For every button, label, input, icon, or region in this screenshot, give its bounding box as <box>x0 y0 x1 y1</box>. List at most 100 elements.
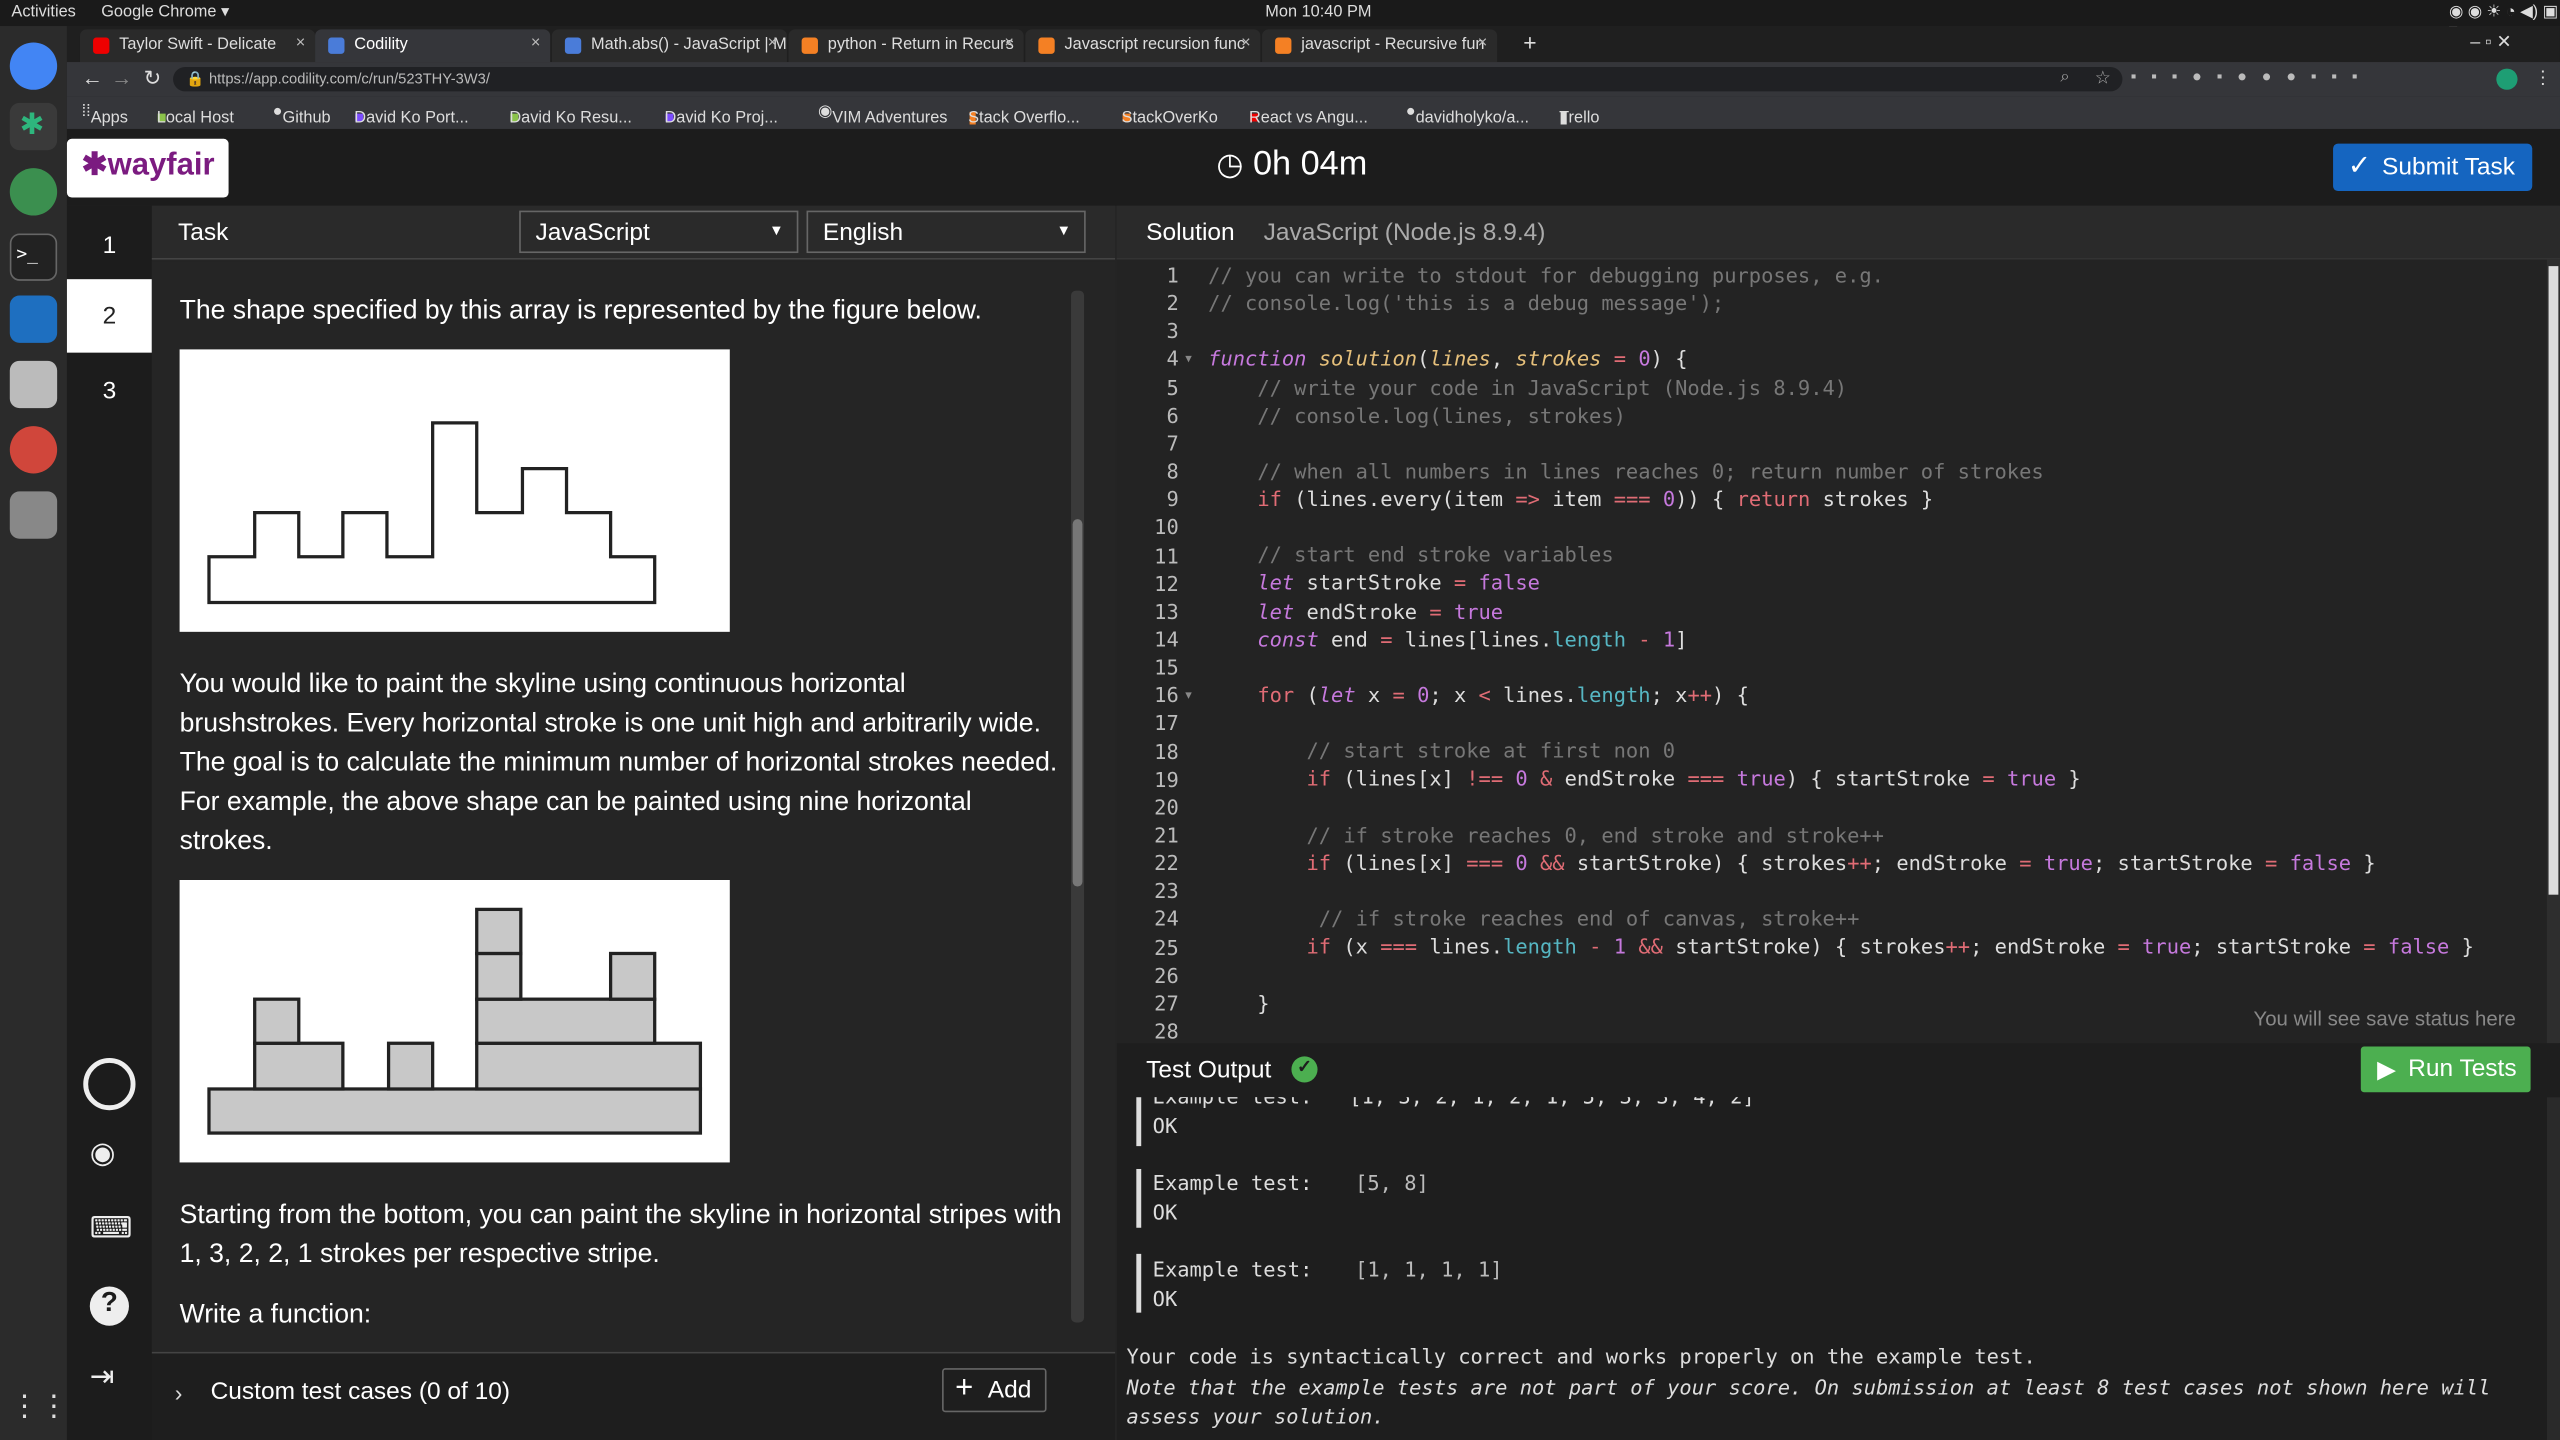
reload-icon[interactable]: ↻ <box>144 65 162 91</box>
tab-stackoverflow-1[interactable]: python - Return in Recurs × <box>788 29 1024 63</box>
editor-scrollbar[interactable] <box>2546 259 2560 1044</box>
tab-codility[interactable]: Codility × <box>315 29 551 63</box>
output-scrollbar[interactable] <box>2546 1097 2560 1440</box>
back-icon[interactable]: ← <box>82 65 103 89</box>
slack-icon[interactable]: ✱ <box>9 102 58 151</box>
extension-icons[interactable]: ▪▪▪●▪●●●▪▪▪ <box>2131 69 2373 87</box>
exit-icon[interactable]: ⇥ <box>90 1360 115 1394</box>
close-icon[interactable]: × <box>531 34 541 52</box>
line-number: 15 <box>1154 654 1179 680</box>
camera-icon[interactable] <box>9 491 58 539</box>
line-number: 28 <box>1154 1018 1179 1044</box>
submit-task-button[interactable]: ✓ Submit Task <box>2333 143 2533 192</box>
test-output-body: Example test: [1, 3, 2, 1, 2, 1, 5, 3, 3… <box>1116 1097 2560 1440</box>
fold-arrow-icon[interactable]: ▾ <box>1185 351 1192 366</box>
runtime-label: JavaScript (Node.js 8.9.4) <box>1263 218 1546 247</box>
result-bar <box>1136 1097 1142 1147</box>
eye-icon[interactable]: ◉ <box>90 1136 116 1170</box>
help-center-icon[interactable] <box>83 1057 136 1111</box>
scroll-thumb[interactable] <box>1072 519 1083 887</box>
chevron-right-icon[interactable]: › <box>175 1380 183 1406</box>
bookmark-vim[interactable]: ◉ VIM Adventures <box>818 103 948 127</box>
code-line: // write your code in JavaScript (Node.j… <box>1257 375 1848 400</box>
line-number: 8 <box>1166 458 1179 484</box>
save-status: You will see save status here <box>2253 1007 2516 1031</box>
bookmark-davidholyko[interactable]: ● davidholyko/a... <box>1406 103 1529 127</box>
code-line: function solution(lines, strokes = 0) { <box>1208 346 1688 371</box>
language-select[interactable]: JavaScript ▼ <box>519 210 799 254</box>
task-3-tab[interactable]: 3 <box>67 354 152 427</box>
vscode-icon[interactable] <box>9 295 58 343</box>
bookmark-label: React vs Angu... <box>1248 109 1368 128</box>
task-nav: 1 2 3 ◉ ⌨ ? ⇥ <box>66 205 152 1440</box>
scroll-thumb[interactable] <box>2548 266 2559 895</box>
files-icon[interactable] <box>9 360 58 409</box>
profile-avatar[interactable] <box>2496 68 2518 90</box>
result-bar <box>1136 1168 1142 1228</box>
forward-icon[interactable]: → <box>111 65 132 89</box>
test-output-header: Test Output ✓ ▶ Run Tests <box>1116 1043 2560 1098</box>
custom-test-cases-toggle[interactable]: Custom test cases (0 of 10) <box>211 1378 510 1406</box>
line-number: 21 <box>1154 822 1179 848</box>
test-result: OK <box>1152 1113 1178 1138</box>
openai-icon[interactable] <box>9 168 58 216</box>
line-number: 26 <box>1154 962 1179 988</box>
new-tab-button[interactable]: + <box>1523 29 1536 55</box>
bookmark-star-icon[interactable]: ☆ <box>2095 67 2111 89</box>
close-icon[interactable]: × <box>768 34 778 52</box>
question-icon[interactable]: ? <box>89 1286 129 1326</box>
code-line: // start stroke at first non 0 <box>1306 737 1676 763</box>
settings-icon[interactable] <box>9 426 58 474</box>
company-logo: ✱wayfair <box>66 138 229 198</box>
run-tests-button[interactable]: ▶ Run Tests <box>2360 1046 2531 1093</box>
close-icon[interactable]: × <box>1478 34 1488 52</box>
line-number: 14 <box>1154 626 1179 652</box>
code-line: for (let x = 0; x < lines.length; x++) { <box>1257 682 1749 707</box>
code-line: // start end stroke variables <box>1257 542 1614 567</box>
chrome-icon[interactable] <box>9 42 58 90</box>
bookmark-github[interactable]: ● Github <box>273 103 331 127</box>
logo-mark-icon: ✱ <box>81 148 108 183</box>
task-scrollbar[interactable] <box>1071 290 1085 1323</box>
test-input: [5, 8] <box>1355 1170 1429 1196</box>
code-line: if (x === lines.length - 1 && startStrok… <box>1306 933 2474 959</box>
task-1-tab[interactable]: 1 <box>67 209 152 282</box>
tab-stackoverflow-2[interactable]: Javascript recursion func × <box>1025 29 1261 63</box>
line-number: 12 <box>1154 570 1179 596</box>
plus-icon: + <box>955 1371 974 1406</box>
code-editor[interactable]: 1 2 3 4 5 6 7 8 9 10 11 12 13 14 15 16 17 18 19 20 21 22 23 24 2… <box>1116 259 2560 1044</box>
solution-header: Solution JavaScript (Node.js 8.9.4) <box>1116 205 2560 260</box>
fold-arrow-icon[interactable]: ▾ <box>1185 687 1192 702</box>
close-icon[interactable]: × <box>1241 34 1251 52</box>
skyline-figure <box>179 349 730 632</box>
chevron-down-icon: ▼ <box>1056 222 1072 239</box>
add-test-button[interactable]: + Add <box>942 1368 1047 1413</box>
app-menu[interactable]: Google Chrome ▾ <box>101 3 229 21</box>
solution-title: Solution <box>1146 218 1235 247</box>
tab-label: Taylor Swift - Delicate <box>119 35 277 54</box>
test-result: OK <box>1152 1199 1178 1225</box>
window-controls[interactable]: – ▫ ✕ <box>2470 31 2511 53</box>
logo-text: wayfair <box>107 148 215 183</box>
bookmark-apps[interactable]: ⁞⁞ Apps <box>82 103 128 127</box>
activities-button[interactable]: Activities <box>11 3 75 21</box>
tab-mdn[interactable]: Math.abs() - JavaScript | M × <box>551 29 787 63</box>
locale-select[interactable]: English ▼ <box>806 210 1086 254</box>
terminal-icon[interactable]: >_ <box>9 233 58 281</box>
line-number: 2 <box>1166 290 1179 316</box>
menu-icon[interactable]: ⋮ <box>2534 67 2552 89</box>
note-text: Note that the example tests are not part… <box>1126 1374 2491 1429</box>
zoom-icon[interactable]: ⌕ <box>2060 69 2069 87</box>
close-icon[interactable]: × <box>296 34 306 52</box>
code-line: // you can write to stdout for debugging… <box>1208 262 1884 288</box>
code-line: } <box>1208 991 1270 1016</box>
close-icon[interactable]: × <box>1004 34 1014 52</box>
tab-youtube[interactable]: Taylor Swift - Delicate × <box>79 29 316 63</box>
task-2-tab[interactable]: 2 <box>66 279 152 353</box>
keyboard-icon[interactable]: ⌨ <box>90 1211 132 1245</box>
clock[interactable]: Mon 10:40 PM <box>1265 3 1371 21</box>
tab-label: Codility <box>354 35 408 54</box>
app-grid-icon[interactable]: ⋮⋮⋮ <box>10 1389 98 1436</box>
tab-stackoverflow-3[interactable]: javascript - Recursive fun × <box>1262 29 1498 63</box>
address-bar[interactable]: 🔒 https://app.codility.com/c/run/523THY-3… <box>173 66 2123 92</box>
